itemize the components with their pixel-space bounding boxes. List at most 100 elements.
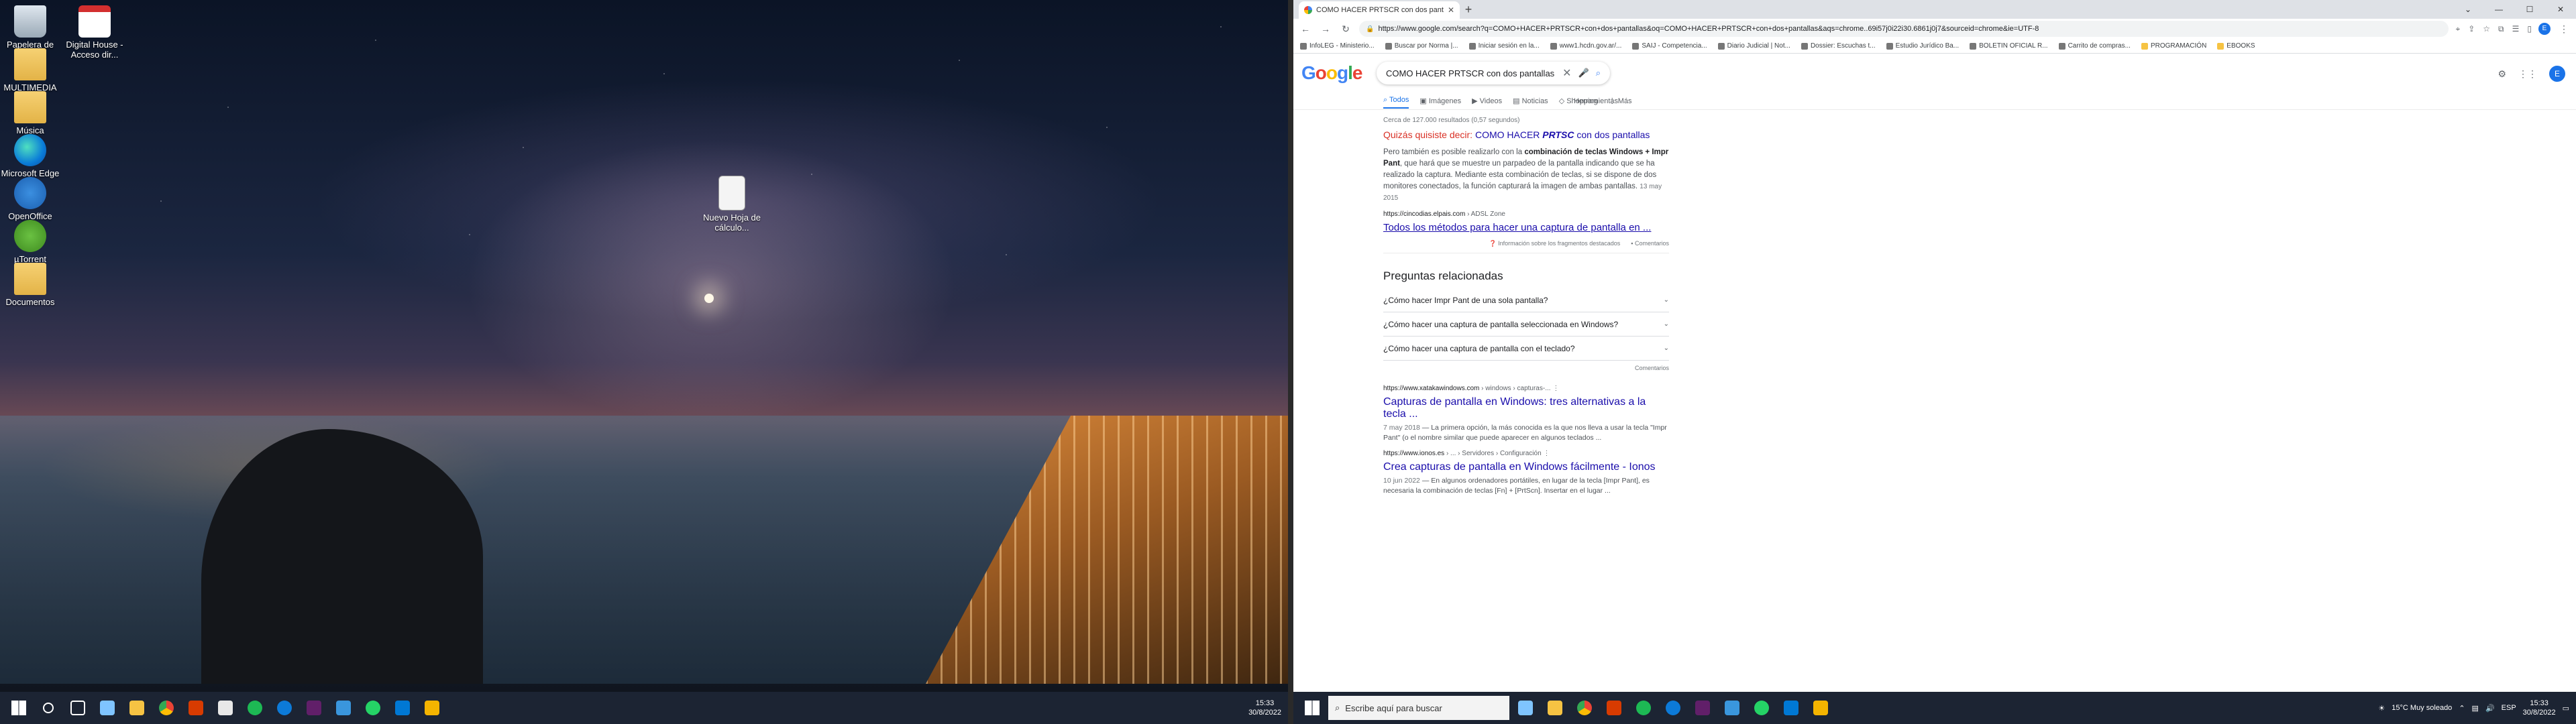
clock-right[interactable]: 15:33 30/8/2022: [2523, 699, 2556, 717]
feedback-link[interactable]: ▪ Comentarios: [1631, 240, 1669, 247]
taskbar-app-office[interactable]: [182, 695, 209, 721]
bookmark-item[interactable]: Carrito de compras...: [2058, 42, 2131, 50]
taskbar-app-chrome[interactable]: [153, 695, 180, 721]
desktop-icon-documentos[interactable]: Documentos: [0, 263, 60, 307]
taskbar-app-photos[interactable]: [1719, 695, 1746, 721]
bookmark-folder[interactable]: EBOOKS: [2217, 42, 2255, 50]
related-question[interactable]: ¿Cómo hacer Impr Pant de una sola pantal…: [1383, 288, 1669, 312]
taskbar-app-whatsapp[interactable]: [1748, 695, 1775, 721]
tab-todos[interactable]: ⌕ Todos: [1383, 96, 1409, 109]
taskbar-app-widgets[interactable]: [94, 695, 121, 721]
bookmark-item[interactable]: Estudio Jurídico Ba...: [1886, 42, 1959, 50]
desktop-icon-musica[interactable]: Música: [0, 91, 60, 135]
related-question[interactable]: ¿Cómo hacer una captura de pantalla sele…: [1383, 312, 1669, 337]
google-account-avatar[interactable]: E: [2549, 66, 2565, 82]
menu-kebab-icon[interactable]: ⋮: [2557, 23, 2571, 35]
paa-feedback-link[interactable]: Comentarios: [1383, 365, 1669, 371]
task-view-button[interactable]: [64, 695, 91, 721]
bookmark-star-icon[interactable]: ☆: [2483, 24, 2490, 34]
reload-button[interactable]: ↻: [1339, 23, 1352, 35]
taskbar-app-slack[interactable]: [301, 695, 327, 721]
clear-search-icon[interactable]: ✕: [1562, 66, 1571, 80]
result-title[interactable]: Capturas de pantalla en Windows: tres al…: [1383, 396, 1669, 420]
desktop-icon-edge[interactable]: Microsoft Edge: [0, 134, 60, 178]
more-options-icon[interactable]: ⋮: [1552, 385, 1559, 392]
taskbar-app-vscode[interactable]: [389, 695, 416, 721]
result-title[interactable]: Crea capturas de pantalla en Windows fác…: [1383, 461, 1669, 473]
tab-videos[interactable]: ▶ Videos: [1472, 97, 1502, 105]
taskbar-app-chrome[interactable]: [1571, 695, 1598, 721]
start-button[interactable]: [5, 695, 32, 721]
bookmark-folder[interactable]: PROGRAMACIÓN: [2141, 42, 2206, 50]
weather-text[interactable]: 15°C Muy soleado: [2392, 704, 2452, 712]
reading-list-icon[interactable]: ☰: [2512, 24, 2520, 34]
minimize-button[interactable]: —: [2483, 0, 2514, 19]
google-search-box[interactable]: COMO HACER PRTSCR con dos pantallas ✕ 🎤 …: [1377, 62, 1610, 84]
clock-left[interactable]: 15:33 30/8/2022: [1248, 699, 1281, 717]
taskbar-app-paint[interactable]: [419, 695, 445, 721]
taskbar-app-notes[interactable]: [212, 695, 239, 721]
location-icon[interactable]: ⌖: [2455, 24, 2460, 34]
taskbar-app-edge[interactable]: [1660, 695, 1686, 721]
apps-grid-icon[interactable]: ⋮⋮: [2518, 68, 2537, 80]
tab-noticias[interactable]: ▤ Noticias: [1513, 97, 1548, 105]
tools-button[interactable]: Herramientas: [1574, 97, 1618, 105]
bookmark-item[interactable]: BOLETIN OFICIAL R...: [1970, 42, 2048, 50]
language-indicator[interactable]: ESP: [2502, 704, 2516, 712]
side-panel-icon[interactable]: ▯: [2527, 24, 2532, 34]
taskbar-app-photos[interactable]: [330, 695, 357, 721]
network-icon[interactable]: ▤: [2472, 704, 2479, 713]
taskbar-app-spotify[interactable]: [241, 695, 268, 721]
taskbar-app-edge[interactable]: [271, 695, 298, 721]
bookmark-item[interactable]: Buscar por Norma |...: [1385, 42, 1458, 50]
chevron-up-icon[interactable]: ⌃: [2459, 704, 2465, 713]
search-icon[interactable]: ⌕: [1596, 68, 1601, 78]
taskbar-app-office[interactable]: [1601, 695, 1627, 721]
bookmark-item[interactable]: SAIJ - Competencia...: [1632, 42, 1707, 50]
share-icon[interactable]: ⇪: [2468, 24, 2475, 34]
desktop-icon-digital-house[interactable]: Digital House - Acceso dir...: [64, 5, 125, 60]
did-you-mean-link[interactable]: COMO HACER PRTSC con dos pantallas: [1475, 129, 1650, 140]
taskbar-app-vscode[interactable]: [1778, 695, 1805, 721]
taskbar-app-slack[interactable]: [1689, 695, 1716, 721]
settings-gear-icon[interactable]: ⚙: [2498, 68, 2506, 80]
microphone-icon[interactable]: 🎤: [1578, 68, 1589, 78]
back-button[interactable]: ←: [1299, 23, 1312, 34]
more-options-icon[interactable]: ⋮: [1543, 450, 1550, 457]
start-button[interactable]: [1299, 695, 1326, 721]
desktop-icon-utorrent[interactable]: µTorrent: [0, 220, 60, 264]
chevron-down-icon[interactable]: ⌄: [2453, 0, 2483, 19]
maximize-button[interactable]: ☐: [2514, 0, 2545, 19]
forward-button[interactable]: →: [1319, 23, 1332, 34]
desktop-icon-multimedia[interactable]: MULTIMEDIA: [0, 48, 60, 93]
bookmark-item[interactable]: Diario Judicial | Not...: [1717, 42, 1790, 50]
bookmark-item[interactable]: www1.hcdn.gov.ar/...: [1550, 42, 1621, 50]
profile-avatar[interactable]: E: [2538, 23, 2551, 35]
google-logo[interactable]: Google: [1301, 62, 1362, 84]
extensions-icon[interactable]: ⧉: [2498, 24, 2504, 34]
tab-google-search[interactable]: COMO HACER PRTSCR con dos pantallas - Bu…: [1299, 1, 1460, 19]
related-question[interactable]: ¿Cómo hacer una captura de pantalla con …: [1383, 337, 1669, 361]
taskbar-search-box[interactable]: ⌕ Escribe aquí para buscar: [1328, 696, 1509, 720]
taskbar-app-explorer[interactable]: [1542, 695, 1568, 721]
search-input[interactable]: COMO HACER PRTSCR con dos pantallas: [1386, 68, 1556, 78]
taskbar-app-explorer[interactable]: [123, 695, 150, 721]
new-tab-button[interactable]: +: [1460, 1, 1477, 19]
address-bar[interactable]: 🔒 https://www.google.com/search?q=COMO+H…: [1359, 21, 2449, 37]
close-tab-icon[interactable]: ✕: [1448, 5, 1454, 15]
notifications-icon[interactable]: ▭: [2563, 704, 2569, 713]
weather-icon[interactable]: ☀: [2378, 704, 2385, 713]
volume-icon[interactable]: 🔊: [2485, 704, 2495, 713]
bookmark-item[interactable]: Dossier: Escuchas t...: [1801, 42, 1876, 50]
taskbar-app-spotify[interactable]: [1630, 695, 1657, 721]
taskbar-app-widgets[interactable]: [1512, 695, 1539, 721]
taskbar-search-button[interactable]: [35, 695, 62, 721]
desktop-icon-spreadsheet[interactable]: Nuevo Hoja de cálculo...: [702, 176, 762, 233]
tab-imagenes[interactable]: ▣ Imágenes: [1419, 97, 1461, 105]
bookmark-item[interactable]: InfoLEG - Ministerio...: [1300, 42, 1375, 50]
about-snippets-link[interactable]: ❓ Información sobre los fragmentos desta…: [1489, 240, 1620, 247]
featured-result-title[interactable]: Todos los métodos para hacer una captura…: [1383, 222, 1669, 233]
bookmark-item[interactable]: Iniciar sesión en la...: [1468, 42, 1540, 50]
taskbar-app-paint[interactable]: [1807, 695, 1834, 721]
close-window-button[interactable]: ✕: [2545, 0, 2576, 19]
